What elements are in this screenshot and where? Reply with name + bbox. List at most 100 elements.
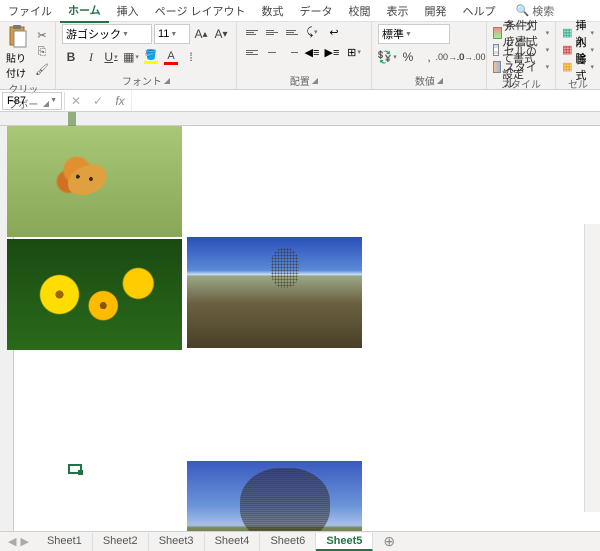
tab-help[interactable]: ヘルプ bbox=[455, 0, 504, 22]
paste-button[interactable]: 貼り付け bbox=[6, 24, 30, 80]
insert-function-button[interactable]: fx bbox=[109, 94, 131, 108]
delete-icon: ▦ bbox=[562, 43, 572, 56]
embedded-images bbox=[7, 126, 182, 532]
border-button[interactable]: ▦▾ bbox=[122, 48, 140, 66]
chevron-down-icon: ▼ bbox=[405, 31, 412, 38]
tab-home[interactable]: ホーム bbox=[60, 0, 109, 23]
active-cell-cursor bbox=[68, 464, 82, 474]
sheet-tab-sheet6[interactable]: Sheet6 bbox=[260, 533, 316, 551]
wrap-text-button[interactable]: ↩ bbox=[323, 24, 345, 40]
font-name-value: 游ゴシック bbox=[66, 26, 121, 42]
increase-font-button[interactable]: A▴ bbox=[192, 25, 210, 43]
decrease-decimal-button[interactable]: .0→.00 bbox=[462, 48, 480, 66]
tab-formulas[interactable]: 数式 bbox=[254, 0, 292, 22]
tab-page-layout[interactable]: ページ レイアウト bbox=[147, 0, 254, 22]
image-butterfly-on-purple-flowers[interactable] bbox=[7, 126, 182, 237]
sheet-tab-bar: ◀ ▶ Sheet1Sheet2Sheet3Sheet4Sheet6Sheet5… bbox=[0, 531, 600, 551]
font-color-button[interactable]: A bbox=[162, 48, 180, 66]
copy-button[interactable]: ⎘ bbox=[35, 45, 49, 59]
conditional-format-icon bbox=[493, 27, 502, 39]
chevron-down-icon: ▼ bbox=[50, 97, 57, 104]
image-yellow-flowers-green-leaves[interactable] bbox=[7, 239, 182, 350]
group-cells: ▦挿入▾ ▦削除▾ ▦書式▾ セル bbox=[556, 22, 600, 89]
format-cells-button[interactable]: ▦書式▾ bbox=[562, 58, 594, 75]
alignment-group-label: 配置 bbox=[290, 73, 310, 88]
fill-color-button[interactable]: 🪣 bbox=[142, 48, 160, 66]
sheet-nav-prev[interactable]: ◀ bbox=[8, 535, 16, 548]
tab-view[interactable]: 表示 bbox=[379, 0, 417, 22]
chevron-down-icon: ▾ bbox=[135, 53, 139, 61]
orientation-button[interactable]: ⤹▾ bbox=[303, 24, 321, 40]
search-icon: 🔍 bbox=[516, 4, 530, 17]
formula-bar: F87 ▼ ✕ ✓ fx bbox=[0, 90, 600, 112]
cell-styles-icon bbox=[493, 61, 501, 73]
font-name-combo[interactable]: 游ゴシック▼ bbox=[62, 24, 152, 44]
percent-button[interactable]: % bbox=[399, 48, 417, 66]
alignment-launcher[interactable]: ◢ bbox=[312, 76, 318, 85]
tab-file[interactable]: ファイル bbox=[0, 0, 60, 22]
format-painter-button[interactable]: 🖌 bbox=[35, 62, 49, 76]
worksheet-area[interactable] bbox=[0, 112, 600, 532]
font-group-label: フォント bbox=[122, 73, 162, 88]
sheet-tab-sheet3[interactable]: Sheet3 bbox=[149, 533, 205, 551]
column-headers[interactable] bbox=[0, 112, 600, 126]
format-icon: ▦ bbox=[562, 60, 572, 73]
group-clipboard: 貼り付け ✂ ⎘ 🖌 クリップボード◢ bbox=[0, 22, 56, 89]
sheet-tab-sheet1[interactable]: Sheet1 bbox=[37, 533, 93, 551]
tab-insert[interactable]: 挿入 bbox=[109, 0, 147, 22]
enter-formula-button[interactable]: ✓ bbox=[87, 94, 109, 108]
group-styles: 条件付き書式▾ テーブルとして書式設定▾ セルのスタイル▾ スタイル bbox=[487, 22, 556, 89]
cancel-formula-button[interactable]: ✕ bbox=[65, 94, 87, 108]
number-launcher[interactable]: ◢ bbox=[437, 76, 443, 85]
number-group-label: 数値 bbox=[415, 73, 435, 88]
phonetic-button[interactable]: ⁞ bbox=[182, 48, 200, 66]
table-format-icon bbox=[493, 44, 499, 56]
cell-styles-button[interactable]: セルのスタイル▾ bbox=[493, 58, 549, 75]
number-format-combo[interactable]: 標準▼ bbox=[378, 24, 450, 44]
number-format-value: 標準 bbox=[382, 26, 404, 42]
decrease-font-button[interactable]: A▾ bbox=[212, 25, 230, 43]
sheet-tab-sheet5[interactable]: Sheet5 bbox=[316, 533, 373, 551]
align-left-button[interactable] bbox=[243, 44, 261, 60]
tab-review[interactable]: 校閲 bbox=[341, 0, 379, 22]
align-middle-button[interactable] bbox=[263, 24, 281, 40]
sheet-tab-sheet2[interactable]: Sheet2 bbox=[93, 533, 149, 551]
tab-developer[interactable]: 開発 bbox=[417, 0, 455, 22]
insert-icon: ▦ bbox=[562, 26, 572, 39]
column-marker bbox=[68, 112, 76, 126]
bucket-icon: 🪣 bbox=[145, 50, 157, 61]
ribbon: 貼り付け ✂ ⎘ 🖌 クリップボード◢ 游ゴシック▼ 11▼ A▴ A▾ B I… bbox=[0, 22, 600, 90]
align-bottom-button[interactable] bbox=[283, 24, 301, 40]
align-center-button[interactable] bbox=[263, 44, 281, 60]
underline-button[interactable]: U▾ bbox=[102, 48, 120, 66]
group-number: 標準▼ 💱▾ % , .00→.0 .0→.00 数値◢ bbox=[372, 22, 487, 89]
image-bare-tree-field-path-sky[interactable] bbox=[187, 237, 362, 348]
bold-button[interactable]: B bbox=[62, 48, 80, 66]
chevron-down-icon: ▼ bbox=[122, 31, 129, 38]
accounting-format-button[interactable]: 💱▾ bbox=[378, 48, 396, 66]
align-top-button[interactable] bbox=[243, 24, 261, 40]
cells-group-label: セル bbox=[568, 76, 588, 91]
italic-button[interactable]: I bbox=[82, 48, 100, 66]
sheet-nav-next[interactable]: ▶ bbox=[20, 535, 28, 548]
sheet-tab-sheet4[interactable]: Sheet4 bbox=[205, 533, 261, 551]
new-sheet-button[interactable]: ⊕ bbox=[373, 533, 405, 550]
merge-button[interactable]: ⊞▾ bbox=[343, 44, 365, 60]
paste-label: 貼り付け bbox=[6, 50, 30, 80]
cut-button[interactable]: ✂ bbox=[35, 28, 49, 42]
vertical-scrollbar[interactable] bbox=[584, 224, 600, 512]
font-size-value: 11 bbox=[158, 28, 169, 40]
decrease-indent-button[interactable]: ◀≡ bbox=[303, 44, 321, 60]
name-box[interactable]: F87 ▼ bbox=[2, 92, 62, 110]
name-box-value: F87 bbox=[7, 95, 26, 107]
formula-input[interactable] bbox=[131, 90, 600, 111]
group-font: 游ゴシック▼ 11▼ A▴ A▾ B I U▾ ▦▾ 🪣 A ⁞ フォント◢ bbox=[56, 22, 237, 89]
increase-indent-button[interactable]: ▶≡ bbox=[323, 44, 341, 60]
group-alignment: ⤹▾ ↩ ◀≡ ▶≡ ⊞▾ 配置◢ bbox=[237, 22, 372, 89]
tab-data[interactable]: データ bbox=[292, 0, 341, 22]
font-launcher[interactable]: ◢ bbox=[164, 76, 170, 85]
align-right-button[interactable] bbox=[283, 44, 301, 60]
image-leafless-tree-lakeside[interactable] bbox=[187, 461, 362, 532]
chevron-down-icon: ▾ bbox=[114, 53, 118, 61]
font-size-combo[interactable]: 11▼ bbox=[154, 24, 190, 44]
